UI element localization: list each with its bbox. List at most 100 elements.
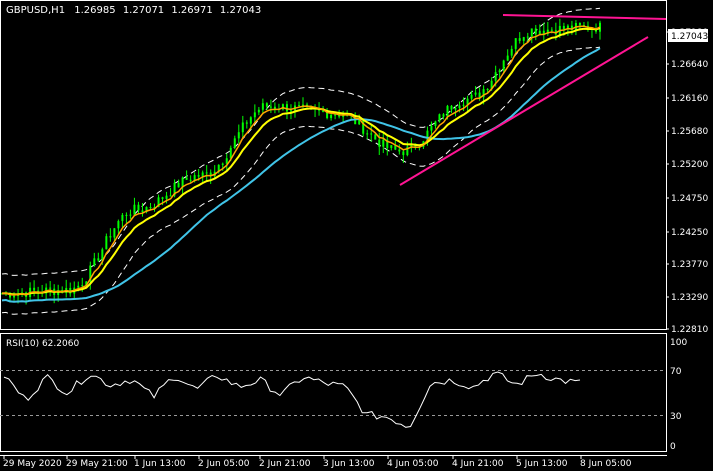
time-label: 4 Jun 21:00 (452, 459, 504, 469)
resistance-trendline[interactable] (502, 14, 667, 20)
ema-slow-line (1, 27, 601, 296)
close-value: 1.27043 (220, 5, 261, 16)
time-label: 5 Jun 13:00 (516, 459, 568, 469)
candle-body (514, 38, 517, 49)
candle-body (550, 29, 553, 31)
rsi-axis-30: 30 (670, 412, 682, 422)
candle-body (297, 105, 300, 107)
high-value: 1.27071 (123, 5, 164, 16)
candle-body (109, 236, 112, 238)
symbol-header: GBPUSD,H1 1.26985 1.27071 1.26971 1.2704… (6, 5, 261, 16)
candle-body (141, 210, 144, 212)
candle-body (502, 60, 505, 71)
candle-body (538, 30, 541, 35)
candle-body (269, 106, 272, 108)
price-label: 1.23290 (671, 293, 708, 303)
candle-body (330, 114, 333, 119)
candle-body (398, 149, 401, 152)
rsi-title: RSI(10) 62.2060 (6, 339, 79, 349)
time-label: 8 Jun 05:00 (580, 459, 632, 469)
candle-body (225, 158, 228, 164)
candle-body (366, 133, 369, 135)
ema-fast-line (1, 25, 601, 296)
candle-body (245, 122, 248, 124)
trading-chart[interactable]: GBPUSD,H1 1.26985 1.27071 1.26971 1.2704… (0, 0, 713, 471)
candle-body (458, 105, 461, 109)
candle-body (374, 134, 377, 140)
ema-long-line (1, 47, 601, 303)
candle-body (562, 25, 565, 30)
candle-body (446, 105, 449, 117)
candle-body (129, 214, 132, 216)
candle-body (113, 228, 116, 238)
candle-body (478, 92, 481, 98)
candle-body (233, 138, 236, 148)
candle-body (121, 214, 124, 222)
candle-body (81, 285, 84, 287)
candle-body (249, 117, 252, 124)
candle-body (117, 221, 120, 229)
candle-body (434, 121, 437, 126)
price-label: 1.23770 (671, 260, 708, 270)
candle-body (137, 204, 140, 211)
candle-body (165, 195, 168, 199)
candle-body (462, 104, 465, 106)
candle-body (438, 114, 441, 122)
time-label: 2 Jun 05:00 (198, 459, 250, 469)
rsi-axis-70: 70 (670, 367, 682, 377)
candle-body (522, 37, 525, 41)
candle-body (454, 108, 457, 110)
candle-body (430, 125, 433, 131)
candle-body (49, 287, 52, 289)
candle-body (257, 109, 260, 113)
rsi-axis-100: 100 (670, 338, 687, 348)
candle-body (390, 145, 393, 148)
candle-body (334, 114, 337, 116)
candle-body (342, 115, 345, 117)
lower-band-line (1, 46, 601, 315)
candle-body (302, 104, 305, 106)
candle-body (273, 106, 276, 109)
candle-body (289, 110, 292, 112)
candle-body (13, 295, 16, 298)
candle-body (370, 133, 373, 135)
time-label: 29 May 21:00 (66, 459, 128, 469)
rsi-pane-frame (0, 333, 667, 452)
candle-body (105, 236, 108, 250)
rsi-axis-0: 0 (670, 442, 676, 452)
envelope-bands (1, 7, 601, 315)
candle-body (378, 139, 381, 147)
candle-body (93, 258, 96, 266)
candle-body (518, 38, 521, 41)
candle-body (149, 207, 152, 209)
candle-body (402, 151, 405, 156)
candle-body (470, 94, 473, 99)
candle-body (229, 147, 232, 159)
support-trendline[interactable] (399, 36, 649, 186)
candle-body (125, 214, 128, 216)
open-value: 1.26985 (74, 5, 115, 16)
candle-body (382, 139, 385, 147)
candle-body (77, 285, 80, 288)
candle-body (285, 104, 288, 112)
price-label: 1.26160 (671, 94, 708, 104)
candle-body (450, 105, 453, 110)
price-label: 1.22810 (671, 325, 708, 335)
candle-body (265, 103, 268, 107)
candle-body (185, 177, 188, 180)
price-label: 1.26640 (671, 60, 708, 70)
candle-body (261, 103, 264, 110)
candle-body (534, 28, 537, 35)
price-label: 1.25680 (671, 127, 708, 137)
price-label: 1.24250 (671, 228, 708, 238)
time-axis: 29 May 2020 29 May 21:00 1 Jun 13:00 2 Jun … (3, 455, 632, 469)
symbol-label: GBPUSD,H1 (6, 5, 65, 16)
time-label: 3 Jun 13:00 (323, 459, 375, 469)
time-label: 4 Jun 05:00 (387, 459, 439, 469)
rsi-line (3, 371, 581, 428)
moving-averages (1, 25, 601, 303)
candle-body (133, 204, 136, 215)
candle-body (474, 92, 477, 95)
main-pane-frame (0, 0, 667, 330)
candle-body (510, 48, 513, 56)
